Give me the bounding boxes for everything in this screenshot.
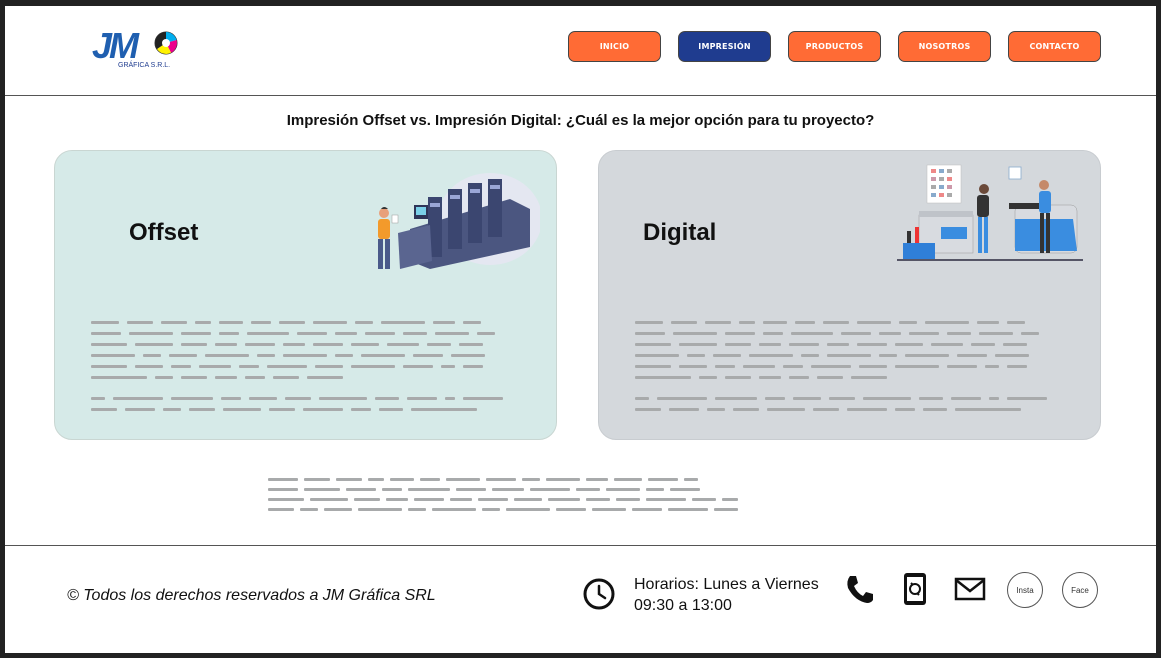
- header-divider: [5, 95, 1156, 96]
- mobile-phone-icon[interactable]: [898, 572, 932, 606]
- offset-placeholder-text: [91, 321, 521, 419]
- header: JM GRÁFICA S.R.L. INICIO IMPRESIÓN PRODU…: [5, 6, 1156, 95]
- nav-contacto-button[interactable]: CONTACTO: [1008, 31, 1101, 62]
- digital-placeholder-text: [635, 321, 1065, 419]
- mail-icon[interactable]: [953, 572, 987, 606]
- main-nav: INICIO IMPRESIÓN PRODUCTOS NOSOTROS CONT…: [568, 31, 1101, 62]
- business-hours: Horarios: Lunes a Viernes 09:30 a 13:00: [634, 574, 819, 616]
- phone-icon[interactable]: [843, 572, 877, 606]
- digital-printer-illustration: [897, 163, 1083, 265]
- nav-inicio-button[interactable]: INICIO: [568, 31, 661, 62]
- hours-time: 09:30 a 13:00: [634, 597, 732, 614]
- hours-days: Horarios: Lunes a Viernes: [634, 576, 819, 593]
- digital-card-title: Digital: [643, 219, 717, 246]
- nav-nosotros-button[interactable]: NOSOTROS: [898, 31, 991, 62]
- company-logo[interactable]: JM GRÁFICA S.R.L.: [90, 25, 190, 72]
- offset-card: Offset: [54, 150, 557, 440]
- footer-divider: [5, 545, 1156, 546]
- digital-card: Digital: [598, 150, 1101, 440]
- nav-productos-button[interactable]: PRODUCTOS: [788, 31, 881, 62]
- logo-subtitle: GRÁFICA S.R.L.: [118, 60, 170, 69]
- summary-placeholder-text: [268, 478, 868, 518]
- instagram-button[interactable]: Insta: [1007, 572, 1043, 608]
- copyright-text: © Todos los derechos reservados a JM Grá…: [67, 587, 436, 604]
- page-title: Impresión Offset vs. Impresión Digital: …: [286, 112, 875, 129]
- offset-card-title: Offset: [129, 219, 199, 246]
- offset-press-illustration: [370, 169, 542, 275]
- facebook-button[interactable]: Face: [1062, 572, 1098, 608]
- svg-text:JM: JM: [92, 26, 140, 66]
- clock-icon: [582, 577, 616, 611]
- nav-impresion-button[interactable]: IMPRESIÓN: [678, 31, 771, 62]
